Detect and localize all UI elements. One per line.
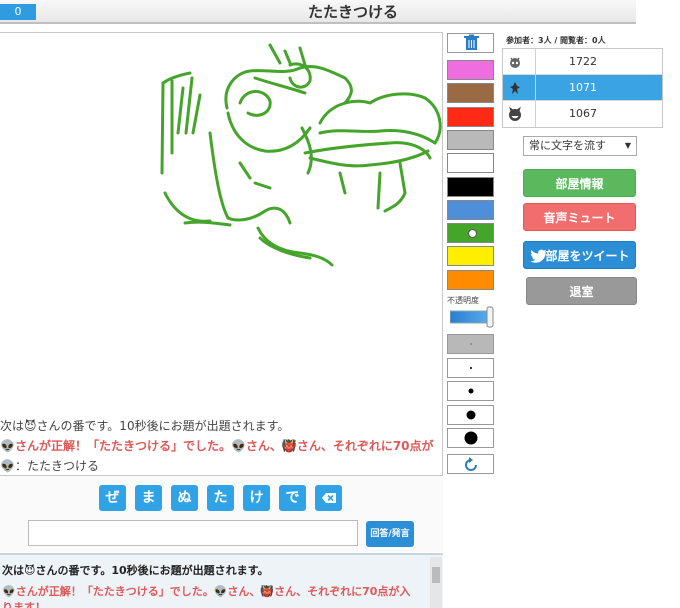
text-flow-select-value: 常に文字を流す	[529, 139, 606, 152]
player-list: 1722 1071 1067	[502, 48, 663, 128]
chat-log[interactable]: 次は😈さんの番です。10秒後にお題が出題されます。 👽さんが正解！「たたきつける…	[0, 553, 443, 608]
player-score: 1067	[569, 107, 597, 120]
text-flow-select[interactable]: 常に文字を流す ▼	[523, 136, 637, 156]
chat-scrollbar-thumb[interactable]	[432, 567, 440, 583]
drawing-canvas[interactable]: 次は😈さんの番です。10秒後にお題が出題されます。 👽さんが正解！「たたきつける…	[0, 32, 443, 476]
clear-canvas-button[interactable]	[447, 33, 494, 53]
demon-icon	[510, 82, 520, 94]
color-swatch[interactable]	[447, 246, 494, 267]
send-button[interactable]: 回答/発言	[366, 521, 414, 547]
brush-size-button[interactable]	[447, 404, 494, 425]
color-swatch[interactable]	[447, 83, 494, 104]
mute-button[interactable]: 音声ミュート	[523, 203, 636, 231]
room-info-button[interactable]: 部屋情報	[523, 169, 636, 197]
brush-size-button[interactable]	[447, 428, 494, 448]
system-message: 次は😈さんの番です。10秒後にお題が出題されます。	[0, 419, 290, 433]
brush-size-button[interactable]	[447, 334, 494, 354]
player-score: 1722	[569, 55, 597, 68]
color-swatch[interactable]	[447, 223, 494, 244]
kana-button[interactable]: た	[207, 485, 234, 511]
brush-size-button[interactable]	[447, 381, 494, 401]
chat-line: 次は😈さんの番です。10秒後にお題が出題されます。	[2, 564, 269, 577]
color-swatch[interactable]	[447, 60, 494, 80]
kana-button[interactable]: ま	[135, 485, 162, 511]
brush-dot-icon	[466, 410, 475, 419]
chat-line: 👽さんが正解！「たたきつける」でした。👽さん、👹さん、それぞれに70点が入	[2, 585, 411, 598]
opacity-slider[interactable]	[450, 306, 494, 328]
kana-button[interactable]: け	[243, 485, 270, 511]
brush-dot-icon	[469, 366, 472, 369]
player-row: 1071	[503, 75, 662, 101]
opacity-label: 不透明度	[447, 296, 479, 305]
drawing-strokes	[160, 43, 442, 267]
trash-icon	[464, 34, 479, 50]
color-swatch[interactable]	[447, 106, 494, 127]
brush-dot-icon	[468, 388, 473, 394]
brush-size-button[interactable]	[447, 357, 494, 378]
color-swatch[interactable]	[447, 129, 494, 150]
alien-icon	[510, 57, 520, 68]
correct-answer-message: 👽さんが正解！「たたきつける」でした。👽さん、👹さん、それぞれに70点が	[0, 439, 434, 453]
player-score: 1071	[569, 81, 597, 94]
chevron-down-icon: ▼	[624, 141, 631, 150]
color-swatch[interactable]	[447, 199, 494, 220]
answer-message: 👽：たたきつける	[0, 459, 99, 473]
smiley-devil-icon	[509, 106, 521, 121]
kana-button[interactable]: で	[279, 485, 306, 511]
color-swatch[interactable]	[447, 153, 494, 174]
answer-area: ぜ ま ぬ た け で 回答/発言	[0, 476, 443, 552]
twitter-icon	[530, 249, 547, 263]
backspace-icon	[322, 493, 336, 503]
kana-button[interactable]: ぜ	[99, 485, 126, 511]
chat-scrollbar[interactable]	[430, 557, 442, 608]
backspace-button[interactable]	[315, 485, 342, 511]
tool-palette: 不透明度	[446, 32, 498, 480]
brush-dot-icon	[464, 431, 477, 445]
undo-icon	[465, 457, 477, 471]
tweet-room-button[interactable]: 部屋をツイート	[523, 241, 636, 269]
undo-button[interactable]	[447, 454, 494, 474]
exit-room-button[interactable]: 退室	[526, 277, 637, 305]
page-title: たたきつける	[307, 3, 398, 21]
top-bar: 0 たたきつける	[0, 0, 636, 24]
kana-button[interactable]: ぬ	[171, 485, 198, 511]
chat-line: ります！	[2, 601, 46, 608]
brush-dot-icon	[470, 343, 471, 345]
color-swatch[interactable]	[447, 176, 494, 197]
color-swatch[interactable]	[447, 269, 494, 290]
answer-input[interactable]	[28, 520, 358, 546]
participants-count: 参加者：3人 / 閲覧者：0人	[506, 36, 606, 45]
player-row: 1722	[503, 49, 662, 75]
player-row: 1067	[503, 101, 662, 127]
